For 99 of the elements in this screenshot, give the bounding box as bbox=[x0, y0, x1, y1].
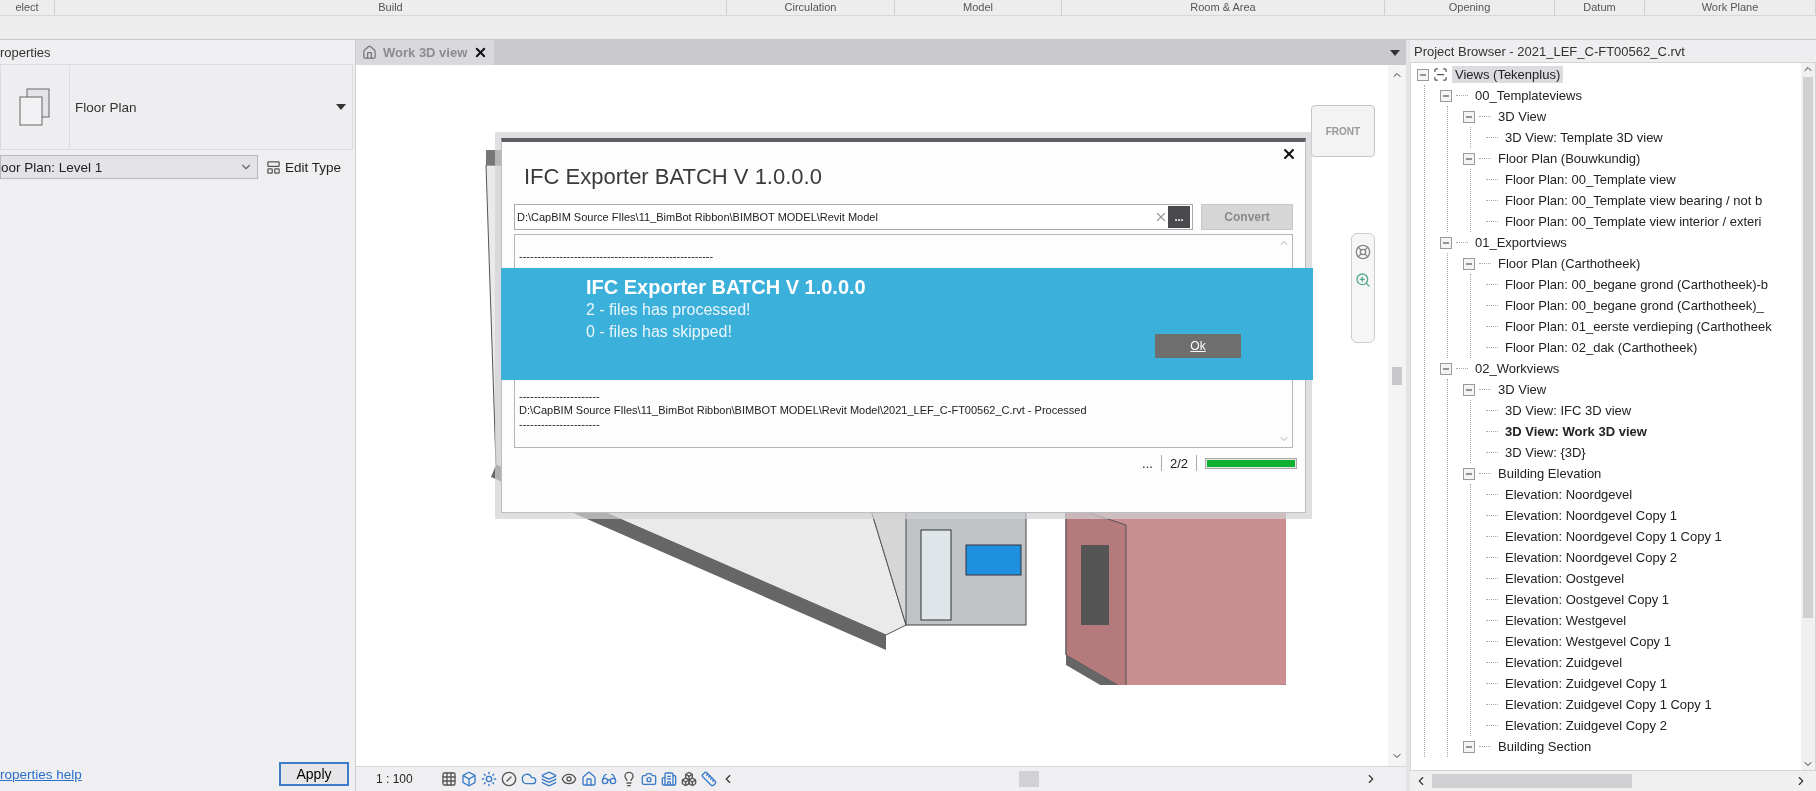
tree-item[interactable]: Elevation: Zuidgevel Copy 1 Copy 1 bbox=[1502, 696, 1715, 713]
boxes-icon[interactable] bbox=[680, 771, 697, 787]
collapse-icon[interactable] bbox=[1463, 110, 1475, 123]
tree-item[interactable]: Elevation: Zuidgevel Copy 2 bbox=[1502, 717, 1670, 734]
eye-icon[interactable] bbox=[560, 771, 577, 787]
caret-icon bbox=[336, 104, 346, 110]
collapse-icon[interactable] bbox=[1463, 383, 1475, 396]
tree-item[interactable]: Floor Plan: 00_begane grond (Carthotheek)_ bbox=[1502, 297, 1767, 314]
collapse-icon[interactable] bbox=[1463, 257, 1475, 270]
tree-item[interactable]: Floor Plan: 00_begane grond (Carthotheek)-b bbox=[1502, 276, 1772, 293]
ribbon-panel-label[interactable]: Build bbox=[55, 0, 727, 15]
glasses-icon[interactable] bbox=[600, 771, 617, 787]
tree-item[interactable]: Elevation: Oostgevel Copy 1 bbox=[1502, 591, 1673, 608]
tree-item[interactable]: Floor Plan (Carthotheek) bbox=[1495, 255, 1644, 272]
ribbon-panel-label[interactable]: Room & Area bbox=[1062, 0, 1385, 15]
zoom-icon[interactable] bbox=[1355, 272, 1371, 288]
tree-item[interactable]: Views (Tekenplus) bbox=[1452, 66, 1564, 83]
tree-item[interactable]: Floor Plan: 00_Template view bearing / not b bbox=[1502, 192, 1766, 209]
cloud-icon[interactable] bbox=[520, 771, 537, 787]
close-icon bbox=[1281, 146, 1297, 162]
path-field[interactable]: D:\CapBIM Source FIles\11_BimBot Ribbon\BIMBOT MODEL\Revit Model ... bbox=[514, 204, 1193, 230]
tree-item[interactable]: Floor Plan: 00_Template view interior / exteri bbox=[1502, 213, 1765, 230]
tree-item[interactable]: 3D View bbox=[1495, 108, 1550, 125]
panel-title: roperties bbox=[0, 43, 52, 62]
scroll-thumb[interactable] bbox=[1018, 771, 1039, 787]
help-link[interactable]: roperties help bbox=[0, 766, 82, 782]
ok-button[interactable]: Ok bbox=[1155, 334, 1241, 358]
house-icon bbox=[362, 45, 377, 60]
file-count: 2/2 bbox=[1169, 455, 1188, 471]
tree-item[interactable]: 3D View: Template 3D view bbox=[1502, 129, 1666, 146]
building-icon[interactable] bbox=[660, 771, 677, 787]
message-text: 2 - files has processed! bbox=[586, 300, 752, 320]
tree-item[interactable]: Floor Plan (Bouwkundig) bbox=[1495, 150, 1644, 167]
log-line: ---------------------- bbox=[519, 389, 601, 403]
tree-item[interactable]: Floor Plan: 01_eerste verdieping (Carthotheek bbox=[1502, 318, 1775, 335]
layers-icon[interactable] bbox=[540, 771, 557, 787]
tree-item[interactable]: Elevation: Noordgevel Copy 2 bbox=[1502, 549, 1680, 566]
tree-item[interactable]: Elevation: Zuidgevel bbox=[1502, 654, 1626, 671]
collapse-icon[interactable] bbox=[1440, 236, 1452, 249]
grid-icon[interactable] bbox=[440, 771, 457, 787]
tree-item[interactable]: Floor Plan: 02_dak (Carthotheek) bbox=[1502, 339, 1701, 356]
collapse-icon[interactable] bbox=[1417, 68, 1429, 81]
dialog-title: IFC Exporter BATCH V 1.0.0.0 bbox=[524, 164, 823, 190]
message-title: IFC Exporter BATCH V 1.0.0.0 bbox=[586, 276, 867, 299]
collapse-icon[interactable] bbox=[1463, 467, 1475, 480]
cube-icon[interactable] bbox=[460, 771, 477, 787]
ribbon-panel-label[interactable]: Opening bbox=[1385, 0, 1555, 15]
edit-type-icon bbox=[266, 159, 281, 175]
tree-item[interactable]: 00_Templateviews bbox=[1472, 87, 1585, 104]
tree-item[interactable]: Floor Plan: 00_Template view bbox=[1502, 171, 1679, 188]
tree-item[interactable]: Elevation: Westgevel bbox=[1502, 612, 1630, 629]
tree-item[interactable]: Elevation: Westgevel Copy 1 bbox=[1502, 633, 1674, 650]
tree-item[interactable]: 3D View: Work 3D view bbox=[1502, 423, 1650, 440]
panel-title: Project Browser - 2021_LEF_C-FT00562_C.rvt bbox=[1413, 42, 1686, 61]
message-text: 0 - files has skipped! bbox=[586, 322, 733, 342]
tree-item[interactable]: 3D View: IFC 3D view bbox=[1502, 402, 1635, 419]
house-icon[interactable] bbox=[580, 771, 597, 787]
tree-item[interactable]: Building Elevation bbox=[1495, 465, 1605, 482]
scroll-thumb[interactable] bbox=[1392, 367, 1402, 385]
ribbon-panel-label[interactable]: Work Plane bbox=[1645, 0, 1816, 15]
instance-dropdown[interactable]: oor Plan: Level 1 bbox=[0, 155, 258, 179]
tree-item[interactable]: Elevation: Noordgevel bbox=[1502, 486, 1636, 503]
scroll-thumb[interactable] bbox=[1803, 77, 1813, 618]
ribbon-panel-label[interactable]: Circulation bbox=[727, 0, 895, 15]
tree-item[interactable]: Building Section bbox=[1495, 738, 1595, 755]
ruler-icon[interactable] bbox=[700, 771, 717, 787]
steering-wheel-icon[interactable] bbox=[1355, 244, 1371, 260]
collapse-icon[interactable] bbox=[1463, 152, 1475, 165]
collapse-icon[interactable] bbox=[1463, 740, 1475, 753]
collapse-icon[interactable] bbox=[1440, 362, 1452, 375]
log-line: ----------------------------------------------------- bbox=[519, 249, 715, 263]
edit-type-button[interactable]: Edit Type bbox=[264, 157, 344, 177]
status-ellipsis: ... bbox=[1142, 455, 1153, 471]
camera-icon[interactable] bbox=[640, 771, 657, 787]
type-selector[interactable]: Floor Plan bbox=[0, 64, 353, 150]
tree-item[interactable]: Elevation: Oostgevel bbox=[1502, 570, 1628, 587]
scroll-thumb[interactable] bbox=[1432, 774, 1632, 788]
tree-item[interactable]: 01_Exportviews bbox=[1472, 234, 1570, 251]
caret-icon[interactable] bbox=[1390, 49, 1400, 56]
sun-icon[interactable] bbox=[480, 771, 497, 787]
tree-item[interactable]: 3D View: {3D} bbox=[1502, 444, 1589, 461]
browse-button[interactable]: ... bbox=[1168, 206, 1190, 228]
collapse-icon[interactable] bbox=[1440, 89, 1452, 102]
log-line: D:\CapBIM Source FIles\11_BimBot Ribbon\BIMBOT MODEL\Revit Model\2021_LEF_C-FT00562_C.rvt - Processed bbox=[519, 403, 1088, 417]
crossed-circle-icon[interactable] bbox=[500, 771, 517, 787]
ribbon-panel-label[interactable]: Datum bbox=[1555, 0, 1645, 15]
scale-label[interactable]: 1 : 100 bbox=[376, 772, 413, 786]
tree-item[interactable]: 3D View bbox=[1495, 381, 1550, 398]
ribbon-panel-label[interactable]: Model bbox=[895, 0, 1062, 15]
log-line: ---------------------- bbox=[519, 417, 601, 431]
clear-icon[interactable] bbox=[1154, 210, 1168, 224]
ribbon-panel-label[interactable]: elect bbox=[0, 0, 55, 15]
tree-item[interactable]: Elevation: Zuidgevel Copy 1 bbox=[1502, 675, 1670, 692]
tree-item[interactable]: Elevation: Noordgevel Copy 1 bbox=[1502, 507, 1680, 524]
apply-button[interactable]: Apply bbox=[279, 762, 349, 786]
floor-plan-icon bbox=[17, 87, 53, 127]
view-frame-icon bbox=[1433, 67, 1448, 82]
tree-item[interactable]: 02_Workviews bbox=[1472, 360, 1563, 377]
tree-item[interactable]: Elevation: Noordgevel Copy 1 Copy 1 bbox=[1502, 528, 1725, 545]
